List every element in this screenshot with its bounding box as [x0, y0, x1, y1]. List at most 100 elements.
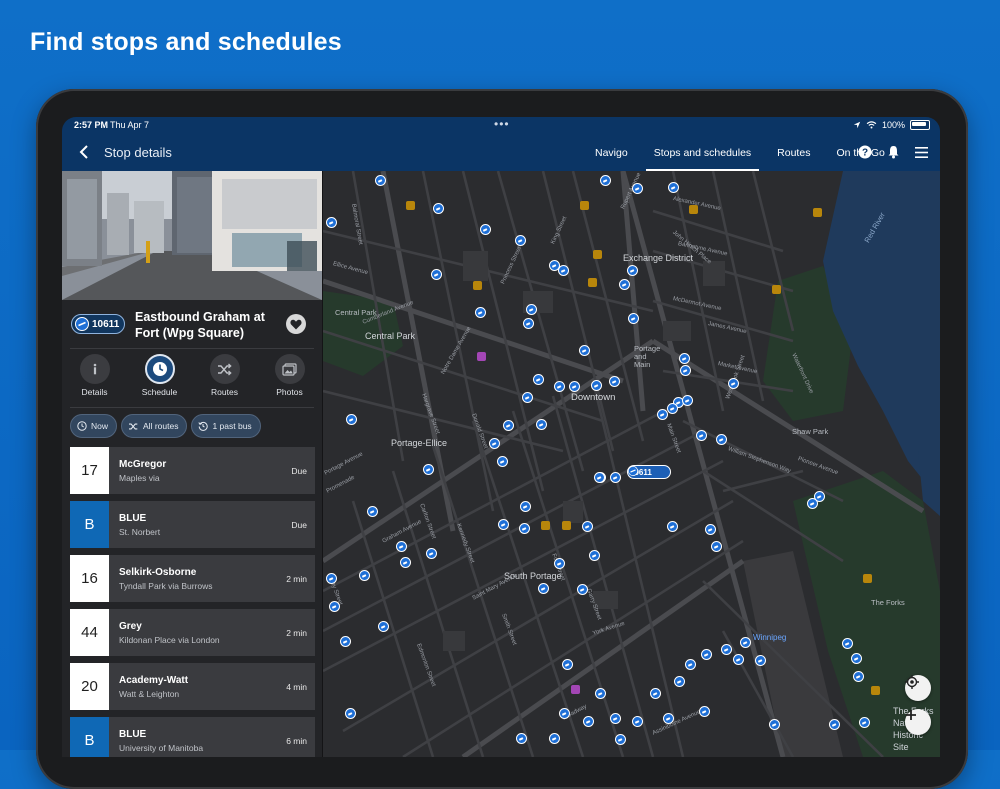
filter-past-bus[interactable]: 1 past bus [191, 414, 261, 438]
poi-marker[interactable] [588, 278, 597, 287]
my-location-button[interactable] [905, 675, 931, 701]
route-row[interactable]: B BLUE St. Norbert Due [70, 501, 315, 548]
bus-stop-marker[interactable] [498, 519, 509, 530]
poi-marker[interactable] [477, 352, 486, 361]
route-row[interactable]: 16 Selkirk-Osborne Tyndall Park via Burr… [70, 555, 315, 602]
route-row[interactable]: B BLUE University of Manitoba 6 min [70, 717, 315, 757]
route-row[interactable]: 44 Grey Kildonan Place via London 2 min [70, 609, 315, 656]
poi-marker[interactable] [813, 208, 822, 217]
bus-stop-marker[interactable] [523, 318, 534, 329]
bus-stop-marker[interactable] [378, 621, 389, 632]
bus-stop-marker[interactable] [480, 224, 491, 235]
bus-stop-marker[interactable] [594, 472, 605, 483]
bus-stop-marker[interactable] [663, 713, 674, 724]
map-view[interactable]: Downtown Exchange District Central Park … [323, 171, 940, 757]
bus-stop-marker[interactable] [526, 304, 537, 315]
bus-stop-marker[interactable] [699, 706, 710, 717]
bus-stop-marker[interactable] [755, 655, 766, 666]
poi-marker[interactable] [863, 574, 872, 583]
bus-stop-marker[interactable] [549, 733, 560, 744]
bus-stop-marker[interactable] [558, 265, 569, 276]
multitask-dots-icon[interactable]: ••• [494, 117, 510, 131]
bus-stop-marker[interactable] [728, 378, 739, 389]
filter-all-routes[interactable]: All routes [121, 414, 188, 438]
bus-stop-marker[interactable] [807, 498, 818, 509]
bus-stop-marker[interactable] [326, 573, 337, 584]
bus-stop-marker[interactable] [721, 644, 732, 655]
bus-stop-marker[interactable] [520, 501, 531, 512]
bus-stop-marker[interactable] [829, 719, 840, 730]
bus-stop-marker[interactable] [701, 649, 712, 660]
poi-marker[interactable] [541, 521, 550, 530]
bus-stop-marker[interactable] [583, 716, 594, 727]
bus-stop-marker[interactable] [842, 638, 853, 649]
notifications-button[interactable] [884, 143, 902, 161]
bus-stop-marker[interactable] [326, 217, 337, 228]
bus-stop-marker[interactable] [519, 523, 530, 534]
menu-button[interactable] [912, 143, 930, 161]
bus-stop-marker[interactable] [595, 688, 606, 699]
routes-button[interactable]: Routes [195, 354, 255, 406]
bus-stop-marker[interactable] [610, 713, 621, 724]
bus-stop-marker[interactable] [515, 235, 526, 246]
bus-stop-marker[interactable] [579, 345, 590, 356]
bus-stop-marker[interactable] [859, 717, 870, 728]
bus-stop-marker[interactable] [345, 708, 356, 719]
poi-marker[interactable] [689, 205, 698, 214]
bus-stop-marker[interactable] [591, 380, 602, 391]
zoom-in-button[interactable] [905, 709, 931, 735]
bus-stop-marker[interactable] [609, 376, 620, 387]
details-button[interactable]: Details [65, 354, 125, 406]
back-button[interactable] [74, 142, 94, 162]
bus-stop-marker[interactable] [632, 716, 643, 727]
bus-stop-marker[interactable] [577, 584, 588, 595]
poi-marker[interactable] [571, 685, 580, 694]
filter-now[interactable]: Now [70, 414, 118, 438]
bus-stop-marker[interactable] [680, 365, 691, 376]
map-selected-stop-badge[interactable]: 10611 [627, 465, 671, 479]
poi-marker[interactable] [406, 201, 415, 210]
bus-stop-marker[interactable] [396, 541, 407, 552]
bus-stop-marker[interactable] [426, 548, 437, 559]
tab-stops-and-schedules[interactable]: Stops and schedules [645, 134, 760, 171]
bus-stop-marker[interactable] [522, 392, 533, 403]
bus-stop-marker[interactable] [628, 313, 639, 324]
bus-stop-marker[interactable] [650, 688, 661, 699]
poi-marker[interactable] [473, 281, 482, 290]
bus-stop-marker[interactable] [733, 654, 744, 665]
bus-stop-marker[interactable] [423, 464, 434, 475]
bus-stop-marker[interactable] [769, 719, 780, 730]
bus-stop-marker[interactable] [489, 438, 500, 449]
bus-stop-marker[interactable] [740, 637, 751, 648]
route-row[interactable]: 17 McGregor Maples via Due [70, 447, 315, 494]
bus-stop-marker[interactable] [503, 420, 514, 431]
bus-stop-marker[interactable] [346, 414, 357, 425]
bus-stop-marker[interactable] [674, 676, 685, 687]
bus-stop-marker[interactable] [400, 557, 411, 568]
bus-stop-marker[interactable] [554, 558, 565, 569]
bus-stop-marker[interactable] [559, 708, 570, 719]
bus-stop-marker[interactable] [536, 419, 547, 430]
bus-stop-marker[interactable] [433, 203, 444, 214]
poi-marker[interactable] [593, 250, 602, 259]
bus-stop-marker[interactable] [853, 671, 864, 682]
help-button[interactable]: ? [856, 143, 874, 161]
tab-routes[interactable]: Routes [769, 134, 818, 171]
bus-stop-marker[interactable] [431, 269, 442, 280]
bus-stop-marker[interactable] [627, 265, 638, 276]
schedule-button[interactable]: Schedule [130, 354, 190, 406]
bus-stop-marker[interactable] [615, 734, 626, 745]
bus-stop-marker[interactable] [682, 395, 693, 406]
bus-stop-marker[interactable] [554, 381, 565, 392]
bus-stop-marker[interactable] [667, 403, 678, 414]
bus-stop-marker[interactable] [619, 279, 630, 290]
photos-button[interactable]: Photos [260, 354, 320, 406]
bus-stop-marker[interactable] [329, 601, 340, 612]
bus-stop-marker[interactable] [475, 307, 486, 318]
bus-stop-marker[interactable] [632, 183, 643, 194]
poi-marker[interactable] [871, 686, 880, 695]
bus-stop-marker[interactable] [582, 521, 593, 532]
bus-stop-marker[interactable] [696, 430, 707, 441]
bus-stop-marker[interactable] [359, 570, 370, 581]
bus-stop-marker[interactable] [589, 550, 600, 561]
